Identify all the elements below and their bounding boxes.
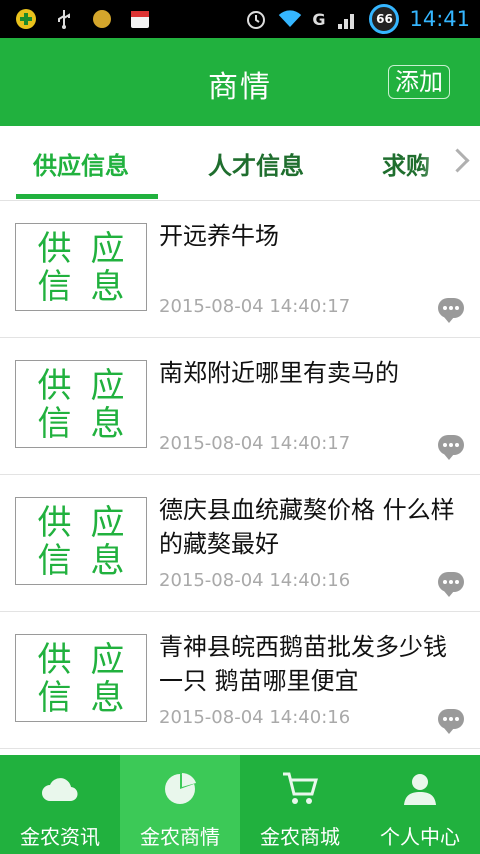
list-item[interactable]: 供应 信息 开远养牛场 2015-08-04 14:40:17 <box>0 201 480 338</box>
nav-news-label: 金农资讯 <box>20 825 100 849</box>
app-notification-icon <box>14 7 38 31</box>
list-item[interactable]: 供应 信息 德庆县血统藏獒价格 什么样的藏獒最好 2015-08-04 14:4… <box>0 475 480 612</box>
status-bar: G 66 14:41 <box>0 0 480 38</box>
clock: 14:41 <box>409 7 470 31</box>
comment-icon[interactable] <box>438 709 464 734</box>
coin-notification-icon <box>90 7 114 31</box>
cloud-icon <box>40 769 80 809</box>
tab-supply-info[interactable]: 供应信息 <box>33 146 129 181</box>
category-tabs: 供应信息 人才信息 求购 <box>0 126 480 201</box>
pie-chart-icon <box>160 769 200 809</box>
comment-icon[interactable] <box>438 435 464 460</box>
supply-info-thumbnail: 供应 信息 <box>15 360 147 448</box>
nav-profile[interactable]: 个人中心 <box>360 755 480 854</box>
network-type: G <box>312 9 326 29</box>
item-title: 青神县皖西鹅苗批发多少钱一只 鹅苗哪里便宜 <box>159 633 447 695</box>
cart-icon <box>280 769 320 809</box>
nav-news[interactable]: 金农资讯 <box>0 755 120 854</box>
calendar-notification-icon <box>128 7 152 31</box>
comment-icon[interactable] <box>438 572 464 597</box>
nav-profile-label: 个人中心 <box>380 825 460 849</box>
supply-info-thumbnail: 供应 信息 <box>15 223 147 311</box>
list-item[interactable]: 供应 信息 南郑附近哪里有卖马的 2015-08-04 14:40:17 <box>0 338 480 475</box>
person-icon <box>400 769 440 809</box>
nav-market[interactable]: 金农商情 <box>120 755 240 854</box>
signal-icon <box>335 7 359 31</box>
list-item[interactable]: 供应 信息 青神县皖西鹅苗批发多少钱一只 鹅苗哪里便宜 2015-08-04 1… <box>0 612 480 749</box>
battery-indicator: 66 <box>369 4 400 34</box>
usb-icon <box>52 7 76 31</box>
active-tab-indicator <box>16 194 158 199</box>
item-timestamp: 2015-08-04 14:40:16 <box>159 570 351 591</box>
tab-talent-info[interactable]: 人才信息 <box>208 146 304 181</box>
supply-info-thumbnail: 供应 信息 <box>15 634 147 722</box>
item-timestamp: 2015-08-04 14:40:16 <box>159 707 351 728</box>
item-timestamp: 2015-08-04 14:40:17 <box>159 433 351 454</box>
wifi-icon <box>278 7 302 31</box>
supply-list: 供应 信息 开远养牛场 2015-08-04 14:40:17 供应 信息 南郑… <box>0 201 480 749</box>
item-title: 南郑附近哪里有卖马的 <box>159 359 399 387</box>
nav-market-label: 金农商情 <box>140 825 220 849</box>
nav-shop-label: 金农商城 <box>260 825 340 849</box>
alarm-icon <box>244 7 268 31</box>
nav-shop[interactable]: 金农商城 <box>240 755 360 854</box>
comment-icon[interactable] <box>438 298 464 323</box>
item-title: 开远养牛场 <box>159 222 279 250</box>
add-button[interactable]: 添加 <box>388 65 450 99</box>
bottom-navigation: 金农资讯 金农商情 金农商城 个人中心 <box>0 755 480 854</box>
item-timestamp: 2015-08-04 14:40:17 <box>159 296 351 317</box>
item-title: 德庆县血统藏獒价格 什么样的藏獒最好 <box>159 496 455 558</box>
app-header: 商情 添加 <box>0 38 480 126</box>
supply-info-thumbnail: 供应 信息 <box>15 497 147 585</box>
